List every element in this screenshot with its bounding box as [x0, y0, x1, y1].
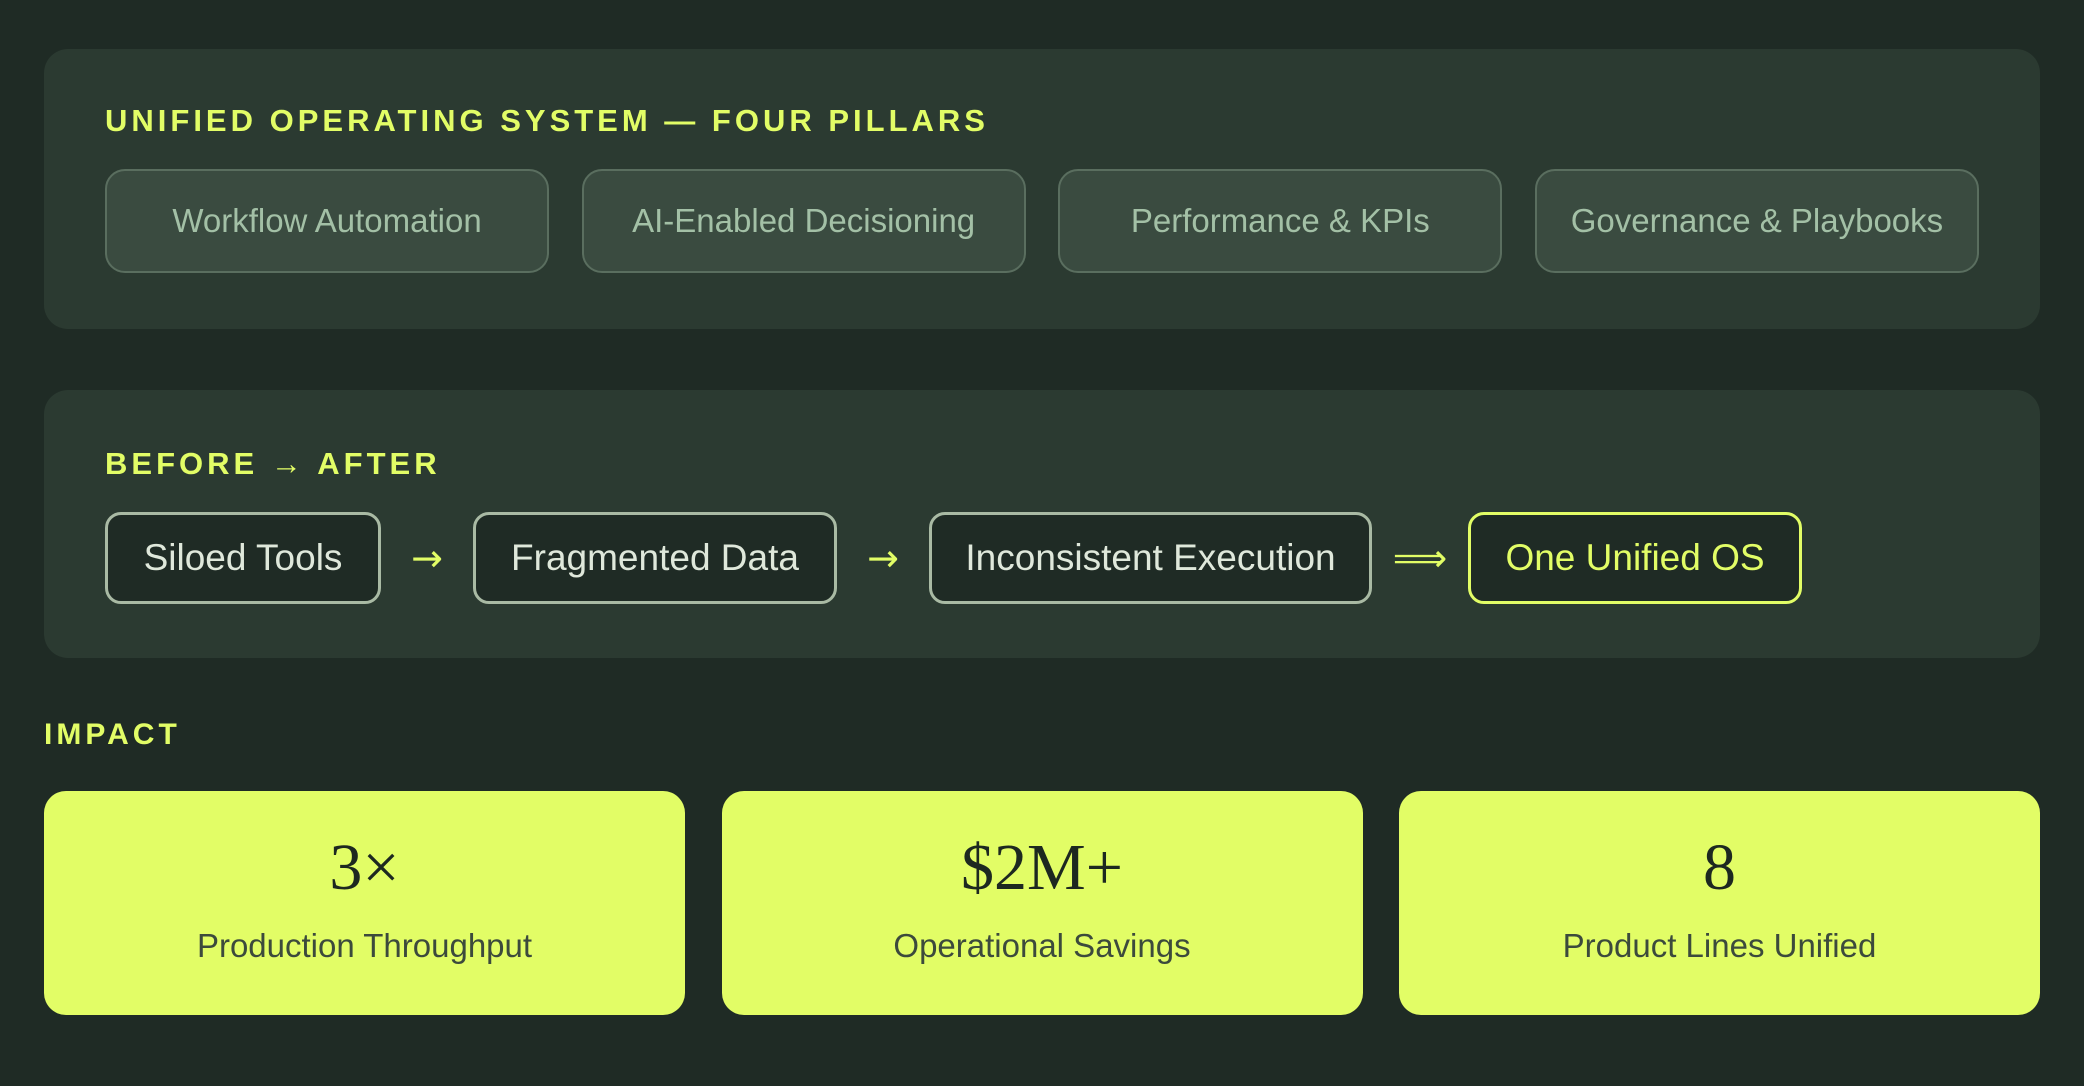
- metric-value: $2M+: [961, 831, 1123, 904]
- impact-metrics: 3× Production Throughput $2M+ Operationa…: [44, 791, 2040, 1015]
- metric-label: Production Throughput: [196, 927, 533, 964]
- pillar-governance-playbooks: Governance & Playbooks: [1534, 169, 1979, 273]
- before-after-panel: BEFORE → AFTER Siloed Tools → Fragmented…: [44, 390, 2040, 658]
- four-pillars-title: UNIFIED OPERATING SYSTEM — FOUR PILLARS: [105, 103, 989, 138]
- before-after-flow: Siloed Tools → Fragmented Data → Inconsi…: [105, 512, 1802, 604]
- right-arrow-icon: →: [867, 536, 899, 580]
- metric-value: 8: [1703, 831, 1736, 904]
- pillar-list: Workflow Automation AI-Enabled Decisioni…: [105, 169, 1979, 273]
- metric-card-throughput: 3× Production Throughput: [44, 791, 685, 1015]
- impact-title: IMPACT: [44, 718, 181, 751]
- metric-label: Operational Savings: [893, 927, 1191, 964]
- metric-card-product-lines: 8 Product Lines Unified: [1399, 791, 2040, 1015]
- metric-label: Product Lines Unified: [1562, 927, 1877, 964]
- four-pillars-panel: UNIFIED OPERATING SYSTEM — FOUR PILLARS …: [44, 49, 2040, 329]
- pillar-ai-enabled-decisioning: AI-Enabled Decisioning: [581, 169, 1026, 273]
- metric-value: 3×: [329, 831, 400, 904]
- before-after-title: BEFORE → AFTER: [105, 446, 441, 481]
- flow-step-inconsistent-execution: Inconsistent Execution: [929, 512, 1372, 604]
- right-arrow-icon: →: [411, 536, 443, 580]
- pillar-workflow-automation: Workflow Automation: [105, 169, 549, 273]
- pillar-performance-kpis: Performance & KPIs: [1058, 169, 1503, 273]
- metric-card-savings: $2M+ Operational Savings: [721, 791, 1363, 1015]
- double-arrow-icon: ⟹: [1392, 536, 1448, 580]
- flow-step-fragmented-data: Fragmented Data: [473, 512, 837, 604]
- flow-step-one-unified-os: One Unified OS: [1468, 512, 1802, 604]
- flow-step-siloed-tools: Siloed Tools: [105, 512, 381, 604]
